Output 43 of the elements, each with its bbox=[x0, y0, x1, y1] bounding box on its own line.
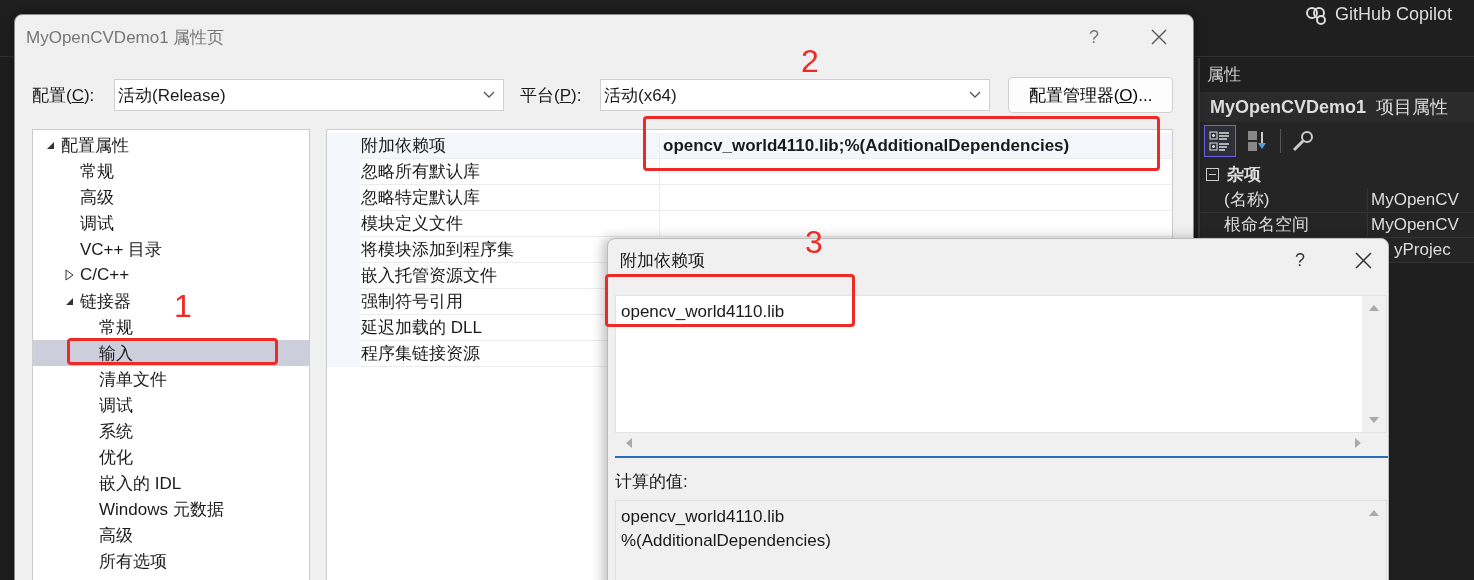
configuration-manager-button[interactable]: 配置管理器(O)... bbox=[1008, 77, 1173, 113]
tree-item[interactable]: 高级 bbox=[80, 523, 135, 547]
tree-item[interactable]: 调试 bbox=[80, 393, 135, 417]
annotation-number: 1 bbox=[174, 292, 192, 320]
copilot-button[interactable]: GitHub Copilot bbox=[1305, 4, 1453, 25]
platform-dropdown[interactable]: 活动(x64) bbox=[600, 79, 990, 111]
tree-item[interactable]: VC++ 目录 bbox=[61, 237, 165, 261]
tree-item[interactable]: 嵌入的 IDL bbox=[80, 471, 184, 495]
tree-item[interactable]: Windows 元数据 bbox=[80, 497, 226, 521]
annotation-number: 3 bbox=[805, 228, 823, 256]
property-value: yProjec bbox=[1394, 239, 1451, 261]
panel-title: 属性 bbox=[1206, 64, 1242, 86]
property-name[interactable]: 忽略特定默认库 bbox=[360, 185, 660, 211]
tree-item[interactable]: 清单文件 bbox=[80, 367, 169, 391]
tree-item[interactable]: 优化 bbox=[80, 445, 135, 469]
property-value: MyOpenCV bbox=[1370, 214, 1459, 236]
configuration-dropdown[interactable]: 活动(Release) bbox=[114, 79, 504, 111]
help-button[interactable]: ? bbox=[1089, 26, 1099, 48]
tree-item[interactable]: 调试 bbox=[61, 211, 116, 235]
computed-value-field: opencv_world4110.lib %(AdditionalDependencies) bbox=[615, 500, 1387, 580]
property-name[interactable]: 附加依赖项 bbox=[360, 133, 660, 159]
dialog-title: MyOpenCVDemo1 属性页 bbox=[26, 26, 225, 49]
tree-item[interactable]: C/C++ bbox=[61, 263, 132, 287]
property-name: (名称) bbox=[1200, 188, 1368, 212]
computed-value-label: 计算的值: bbox=[614, 471, 689, 493]
tree-item[interactable]: 常规 bbox=[61, 159, 116, 183]
category-label: 杂项 bbox=[1227, 163, 1261, 186]
help-button[interactable]: ? bbox=[1295, 249, 1305, 271]
tree-item[interactable]: 常规 bbox=[80, 315, 135, 339]
property-name: 根命名空间 bbox=[1200, 213, 1368, 237]
panel-header: MyOpenCVDemo1 项目属性 bbox=[1200, 92, 1474, 122]
platform-label: 平台(P): bbox=[520, 84, 583, 107]
property-name[interactable]: 忽略所有默认库 bbox=[360, 159, 660, 185]
tree-item[interactable]: 高级 bbox=[61, 185, 116, 209]
property-value[interactable]: opencv_world4110.lib;%(AdditionalDependencies) bbox=[660, 133, 1172, 159]
property-name[interactable]: 模块定义文件 bbox=[360, 211, 660, 237]
tree-item[interactable]: 系统 bbox=[80, 419, 135, 443]
tree-item[interactable]: 配置属性 bbox=[42, 133, 131, 157]
tree-item[interactable]: 链接器 bbox=[61, 289, 133, 313]
property-value: MyOpenCV bbox=[1370, 189, 1459, 211]
annotation-number: 2 bbox=[801, 47, 819, 75]
configuration-label: 配置(C): bbox=[32, 84, 96, 107]
tree-item[interactable]: 所有选项 bbox=[80, 549, 169, 573]
